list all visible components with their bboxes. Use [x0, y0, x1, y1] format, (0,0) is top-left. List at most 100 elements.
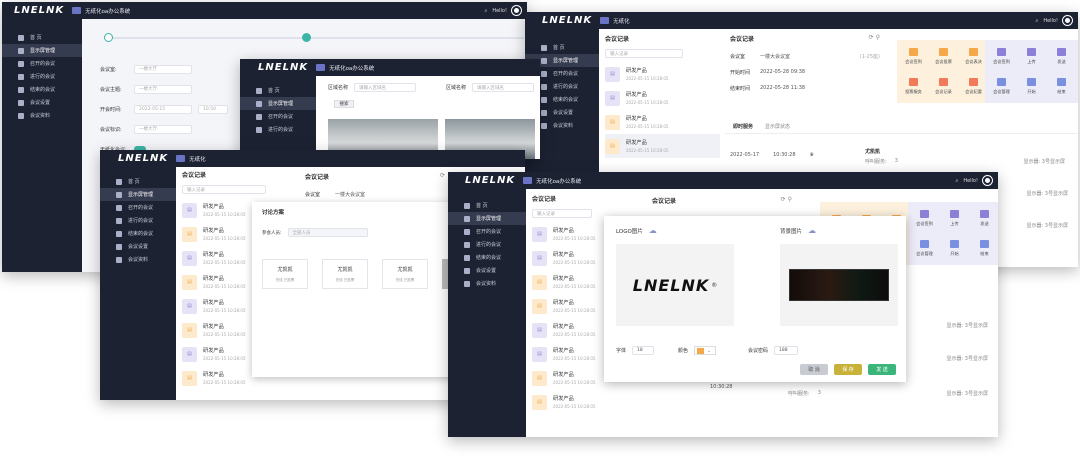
search-icon[interactable]: ⌕	[485, 8, 488, 14]
avatar[interactable]	[512, 6, 521, 15]
sidebar-item-ongoing[interactable]: 进行的会议	[100, 214, 176, 227]
tile[interactable]: 上传	[941, 205, 968, 232]
search-icon[interactable]: ⌕	[1036, 18, 1039, 24]
tab-service[interactable]: 即时服务	[733, 123, 753, 130]
save-button[interactable]: 保 存	[834, 364, 862, 375]
sidebar-item-screens[interactable]: 显示屏管理	[448, 212, 526, 225]
tile-icon	[1027, 48, 1036, 56]
tag-input[interactable]: 一楼大厅	[134, 124, 192, 134]
list-item[interactable]: ▤ 研发产品 2022-05-15 10:28:05	[605, 134, 720, 158]
file-icon: ▤	[182, 202, 197, 218]
sidebar-item-ongoing[interactable]: 进行的会议	[448, 238, 526, 251]
meeting-search-input[interactable]: 输入记录	[532, 209, 592, 218]
list-item[interactable]: ▤ 研发产品 2022-05-15 10:28:05	[532, 246, 604, 270]
tab-screen-status[interactable]: 显示屏状态	[765, 123, 790, 130]
sidebar-item-screens[interactable]: 显示屏管理	[100, 188, 176, 201]
meeting-search-input[interactable]: 输入记录	[605, 49, 683, 58]
send-button[interactable]: 发 送	[868, 364, 896, 375]
sidebar-item-ended[interactable]: 结束的会议	[100, 227, 176, 240]
tile[interactable]: 会议管理	[911, 235, 938, 262]
tile[interactable]: 投票服务	[900, 73, 927, 100]
tile[interactable]: 发送	[1048, 43, 1075, 70]
topic-input[interactable]: 一楼大厅	[134, 84, 192, 94]
sidebar-item-convened[interactable]: 召开的会议	[448, 225, 526, 238]
file-icon: ▤	[532, 346, 547, 362]
list-item[interactable]: ▤ 研发产品 2022-05-15 10:28:05	[605, 110, 720, 134]
tile[interactable]: 会议签到	[988, 43, 1015, 70]
tile[interactable]: 结束	[1048, 73, 1075, 100]
logo-preview[interactable]: LNELNK ®	[616, 244, 734, 326]
step-line	[104, 37, 524, 39]
tile[interactable]: 会议纪要	[960, 73, 987, 100]
region-input-2[interactable]: 请输入区域名	[472, 83, 535, 92]
tile[interactable]: 会议管理	[988, 73, 1015, 100]
date-input[interactable]: 2022-05-15	[134, 104, 192, 114]
sidebar-item-settings[interactable]: 会议设置	[100, 240, 176, 253]
list-item[interactable]: ▤ 研发产品 2022-05-15 10:28:05	[605, 86, 720, 110]
participant-card[interactable]: 尤凯凯 在线 已投票	[322, 259, 368, 289]
sidebar-item-files[interactable]: 会议资料	[448, 277, 526, 290]
region-input[interactable]: 请输入区域名	[354, 83, 417, 92]
list-item[interactable]: ▤ 研发产品 2022-05-15 10:28:05	[532, 318, 604, 342]
search-button[interactable]: 搜索	[334, 100, 354, 108]
password-input[interactable]: 188	[774, 346, 799, 355]
tile[interactable]: 上传	[1018, 43, 1045, 70]
search-icon[interactable]: ⌕	[956, 178, 959, 184]
tile[interactable]: 会议签到	[900, 43, 927, 70]
sidebar-item-settings[interactable]: 会议设置	[448, 264, 526, 277]
list-item[interactable]: ▤ 研发产品 2022-05-15 10:28:05	[532, 294, 604, 318]
tile[interactable]: 开始	[941, 235, 968, 262]
tile[interactable]: 发送	[971, 205, 998, 232]
sidebar-item-screens[interactable]: 显示屏管理	[240, 97, 316, 110]
sidebar-item-ongoing[interactable]: 进行的会议	[2, 70, 82, 83]
tile-icon	[909, 48, 918, 56]
sidebar-item-convened[interactable]: 召开的会议	[100, 201, 176, 214]
list-item[interactable]: ▤ 研发产品 2022-05-15 10:28:05	[532, 366, 604, 390]
cloud-upload-icon[interactable]: ☁	[808, 226, 816, 235]
sidebar-item-ongoing[interactable]: 进行的会议	[240, 123, 316, 136]
participant-select[interactable]: 全部人员	[287, 228, 368, 237]
tile[interactable]: 会议记录	[930, 73, 957, 100]
sidebar-item-home[interactable]: 首 页	[2, 31, 82, 44]
refresh-icon[interactable]: ⟳ ⚲	[781, 196, 792, 205]
cancel-button[interactable]: 取 消	[800, 364, 828, 375]
sidebar-item-convened[interactable]: 召开的会议	[240, 110, 316, 123]
sidebar-item-ended[interactable]: 结束的会议	[2, 83, 82, 96]
sidebar-item-ended[interactable]: 结束的会议	[448, 251, 526, 264]
refresh-icon[interactable]: ⟳	[440, 172, 445, 181]
tile[interactable]: 会议表决	[960, 43, 987, 70]
room-input[interactable]: 一楼大厅	[134, 64, 192, 74]
sidebar-item-home[interactable]: 首 页	[240, 84, 316, 97]
list-item[interactable]: ▤ 研发产品 2022-05-15 10:28:05	[532, 342, 604, 366]
monitor-icon	[541, 57, 547, 64]
sidebar-item-home[interactable]: 首 页	[448, 199, 526, 212]
upload-dialog: LOGO图片 ☁ 背景图片 ☁ LNELNK ® 字体 18 颜色 ⌄ 会议密码 188 取…	[604, 216, 906, 382]
avatar[interactable]	[983, 176, 992, 185]
color-picker[interactable]: ⌄	[694, 346, 717, 355]
sidebar-item-files[interactable]: 会议资料	[2, 109, 82, 122]
tile[interactable]: 结束	[971, 235, 998, 262]
avatar[interactable]	[1063, 16, 1072, 25]
meeting-search-input[interactable]: 输入记录	[182, 185, 266, 194]
sidebar-item-home[interactable]: 首 页	[525, 41, 599, 54]
tile[interactable]: 开始	[1018, 73, 1045, 100]
tile[interactable]: 会议投票	[930, 43, 957, 70]
participant-card[interactable]: 尤凯凯 在线 已投票	[262, 259, 308, 289]
sidebar-item-screens[interactable]: 显示屏管理	[2, 44, 82, 57]
participant-card[interactable]: 尤凯凯 在线 已投票	[382, 259, 428, 289]
refresh-icon[interactable]: ⟳ ⚲	[869, 34, 880, 43]
list-item[interactable]: ▤ 研发产品 2022-05-15 10:28:05	[532, 270, 604, 294]
background-preview[interactable]	[780, 244, 898, 326]
list-item[interactable]: ▤ 研发产品 2022-05-15 10:28:05	[532, 222, 604, 246]
cloud-upload-icon[interactable]: ☁	[649, 226, 657, 235]
list-item[interactable]: ▤ 研发产品 2022-05-15 10:28:05	[532, 390, 604, 414]
sidebar-item-convened[interactable]: 召开的会议	[2, 57, 82, 70]
time-input[interactable]: 10:50	[198, 104, 228, 114]
sidebar-item-files[interactable]: 会议资料	[100, 253, 176, 266]
font-size-input[interactable]: 18	[632, 346, 655, 355]
tile-icon	[950, 240, 959, 248]
sidebar-item-home[interactable]: 首 页	[100, 175, 176, 188]
tile[interactable]: 会议签到	[911, 205, 938, 232]
sidebar-item-settings[interactable]: 会议设置	[2, 96, 82, 109]
list-item[interactable]: ▤ 研发产品 2022-05-15 10:28:05	[605, 62, 720, 86]
